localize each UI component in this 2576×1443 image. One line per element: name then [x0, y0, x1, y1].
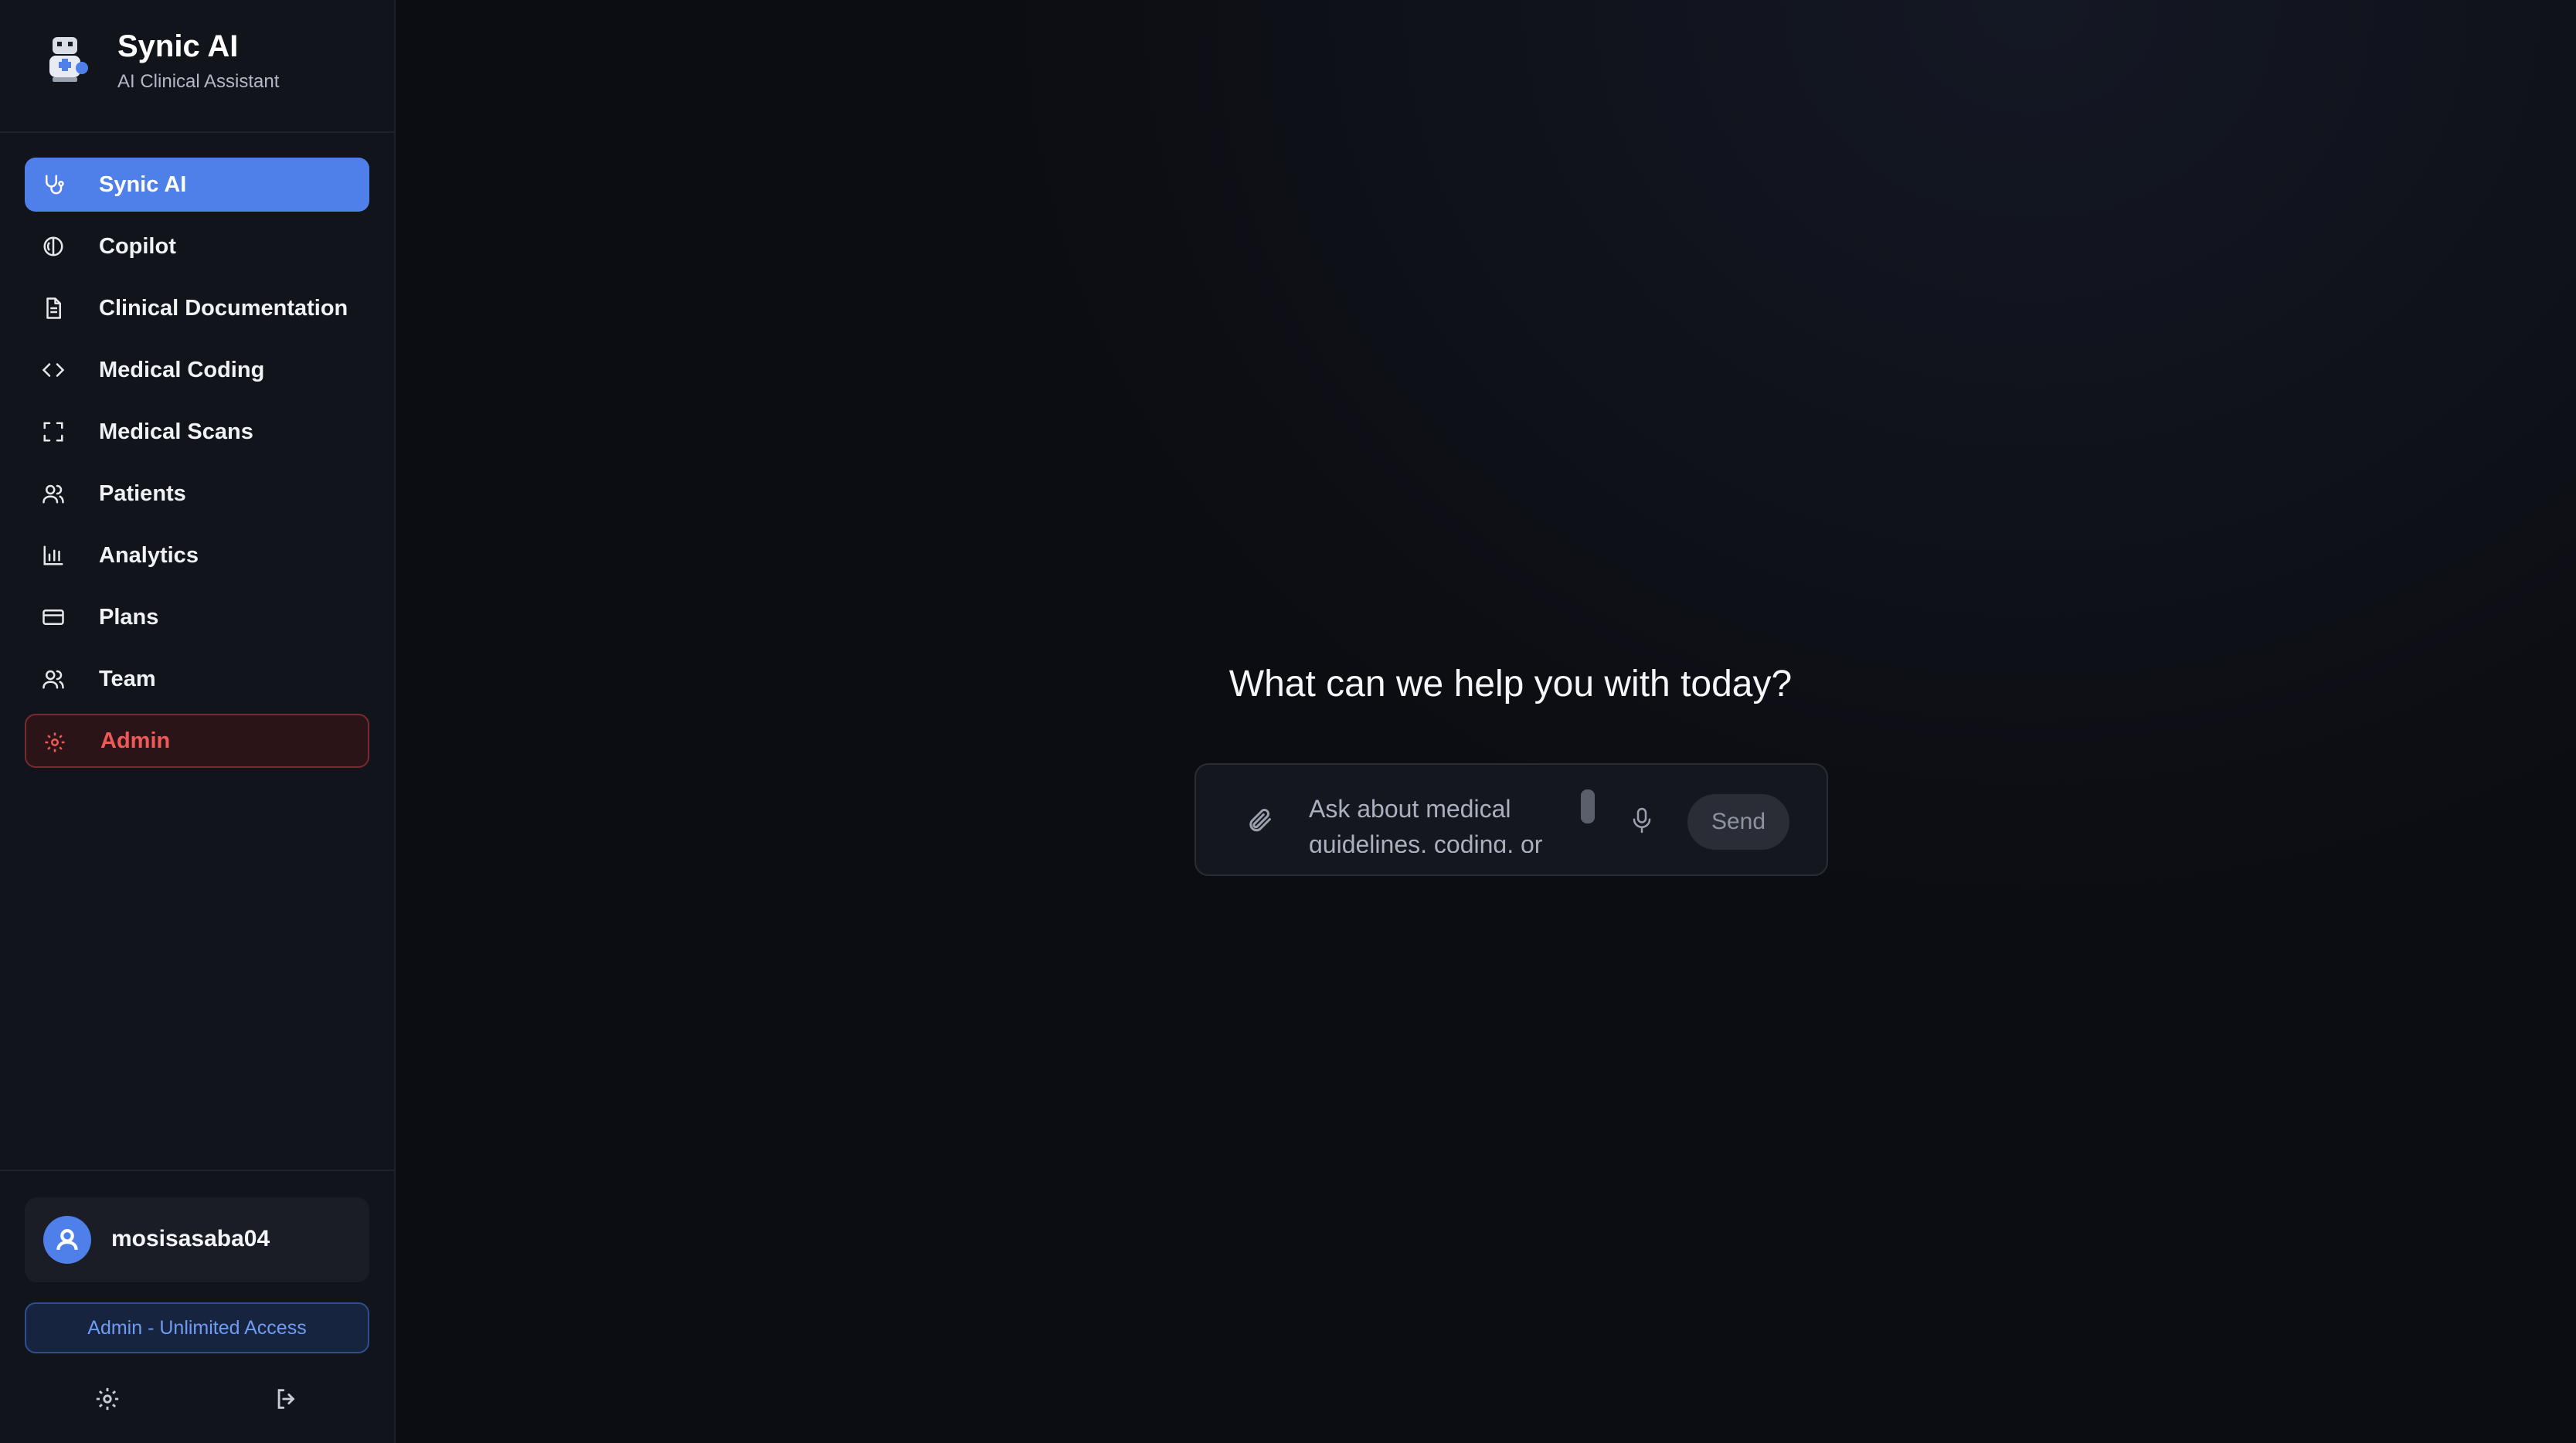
sidebar-item-team[interactable]: Team — [25, 652, 369, 706]
sidebar-item-label: Analytics — [99, 542, 199, 568]
document-icon — [46, 297, 61, 319]
robot-doctor-icon — [49, 37, 88, 82]
sidebar-item-synic-ai[interactable]: Synic AI — [25, 158, 369, 212]
user-icon — [56, 1229, 78, 1251]
username: mosisasaba04 — [111, 1226, 270, 1251]
team-icon — [42, 670, 64, 689]
sidebar-item-label: Medical Scans — [99, 419, 253, 444]
settings-icon[interactable] — [94, 1386, 121, 1412]
sidebar-item-admin[interactable]: Admin — [25, 714, 369, 768]
sidebar-item-label: Synic AI — [99, 171, 187, 197]
sidebar-item-copilot[interactable]: Copilot — [25, 219, 369, 273]
sidebar-item-analytics[interactable]: Analytics — [25, 528, 369, 582]
gear-icon — [45, 732, 65, 752]
logout-icon[interactable] — [274, 1386, 300, 1412]
chat-composer: Ask about medical guidelines, coding, or… — [1195, 763, 1828, 876]
main-area — [396, 0, 2576, 1443]
brand-subtitle: AI Clinical Assistant — [117, 71, 280, 92]
brand-title: Synic AI — [117, 29, 239, 63]
brain-icon — [43, 236, 63, 256]
sidebar-item-label: Patients — [99, 480, 186, 506]
credit-card-icon — [42, 609, 64, 625]
send-button[interactable]: Send — [1687, 794, 1789, 850]
paperclip-icon[interactable] — [1246, 805, 1273, 836]
scan-frame-icon — [43, 422, 63, 442]
stethoscope-icon — [46, 175, 64, 195]
sidebar-item-medical-scans[interactable]: Medical Scans — [25, 405, 369, 459]
sidebar-item-clinical-documentation[interactable]: Clinical Documentation — [25, 281, 369, 335]
brand-header: Synic AI AI Clinical Assistant — [0, 0, 394, 133]
sidebar-item-label: Admin — [100, 728, 171, 753]
sidebar-item-label: Copilot — [99, 233, 176, 259]
sidebar: Synic AI AI Clinical Assistant Synic AI … — [0, 0, 396, 1443]
access-badge[interactable]: Admin - Unlimited Access — [25, 1302, 369, 1353]
page-title: What can we help you with today? — [1229, 664, 1793, 705]
code-icon — [42, 363, 65, 377]
sidebar-nav: Synic AI Copilot Clinical Documentation … — [25, 158, 369, 776]
sidebar-item-label: Plans — [99, 604, 159, 630]
sidebar-item-patients[interactable]: Patients — [25, 467, 369, 521]
avatar — [43, 1216, 91, 1264]
user-card[interactable]: mosisasaba04 — [25, 1197, 369, 1282]
bar-chart-icon — [43, 545, 63, 565]
divider — [0, 1170, 394, 1171]
users-icon — [42, 484, 64, 504]
sidebar-item-label: Team — [99, 666, 156, 691]
sidebar-item-medical-coding[interactable]: Medical Coding — [25, 343, 369, 397]
scrollbar[interactable] — [1581, 789, 1595, 823]
sidebar-item-label: Medical Coding — [99, 357, 265, 382]
microphone-icon[interactable] — [1630, 806, 1653, 834]
sidebar-item-plans[interactable]: Plans — [25, 590, 369, 644]
chat-input[interactable]: Ask about medical guidelines, coding, or — [1309, 791, 1572, 853]
sidebar-item-label: Clinical Documentation — [99, 295, 348, 321]
